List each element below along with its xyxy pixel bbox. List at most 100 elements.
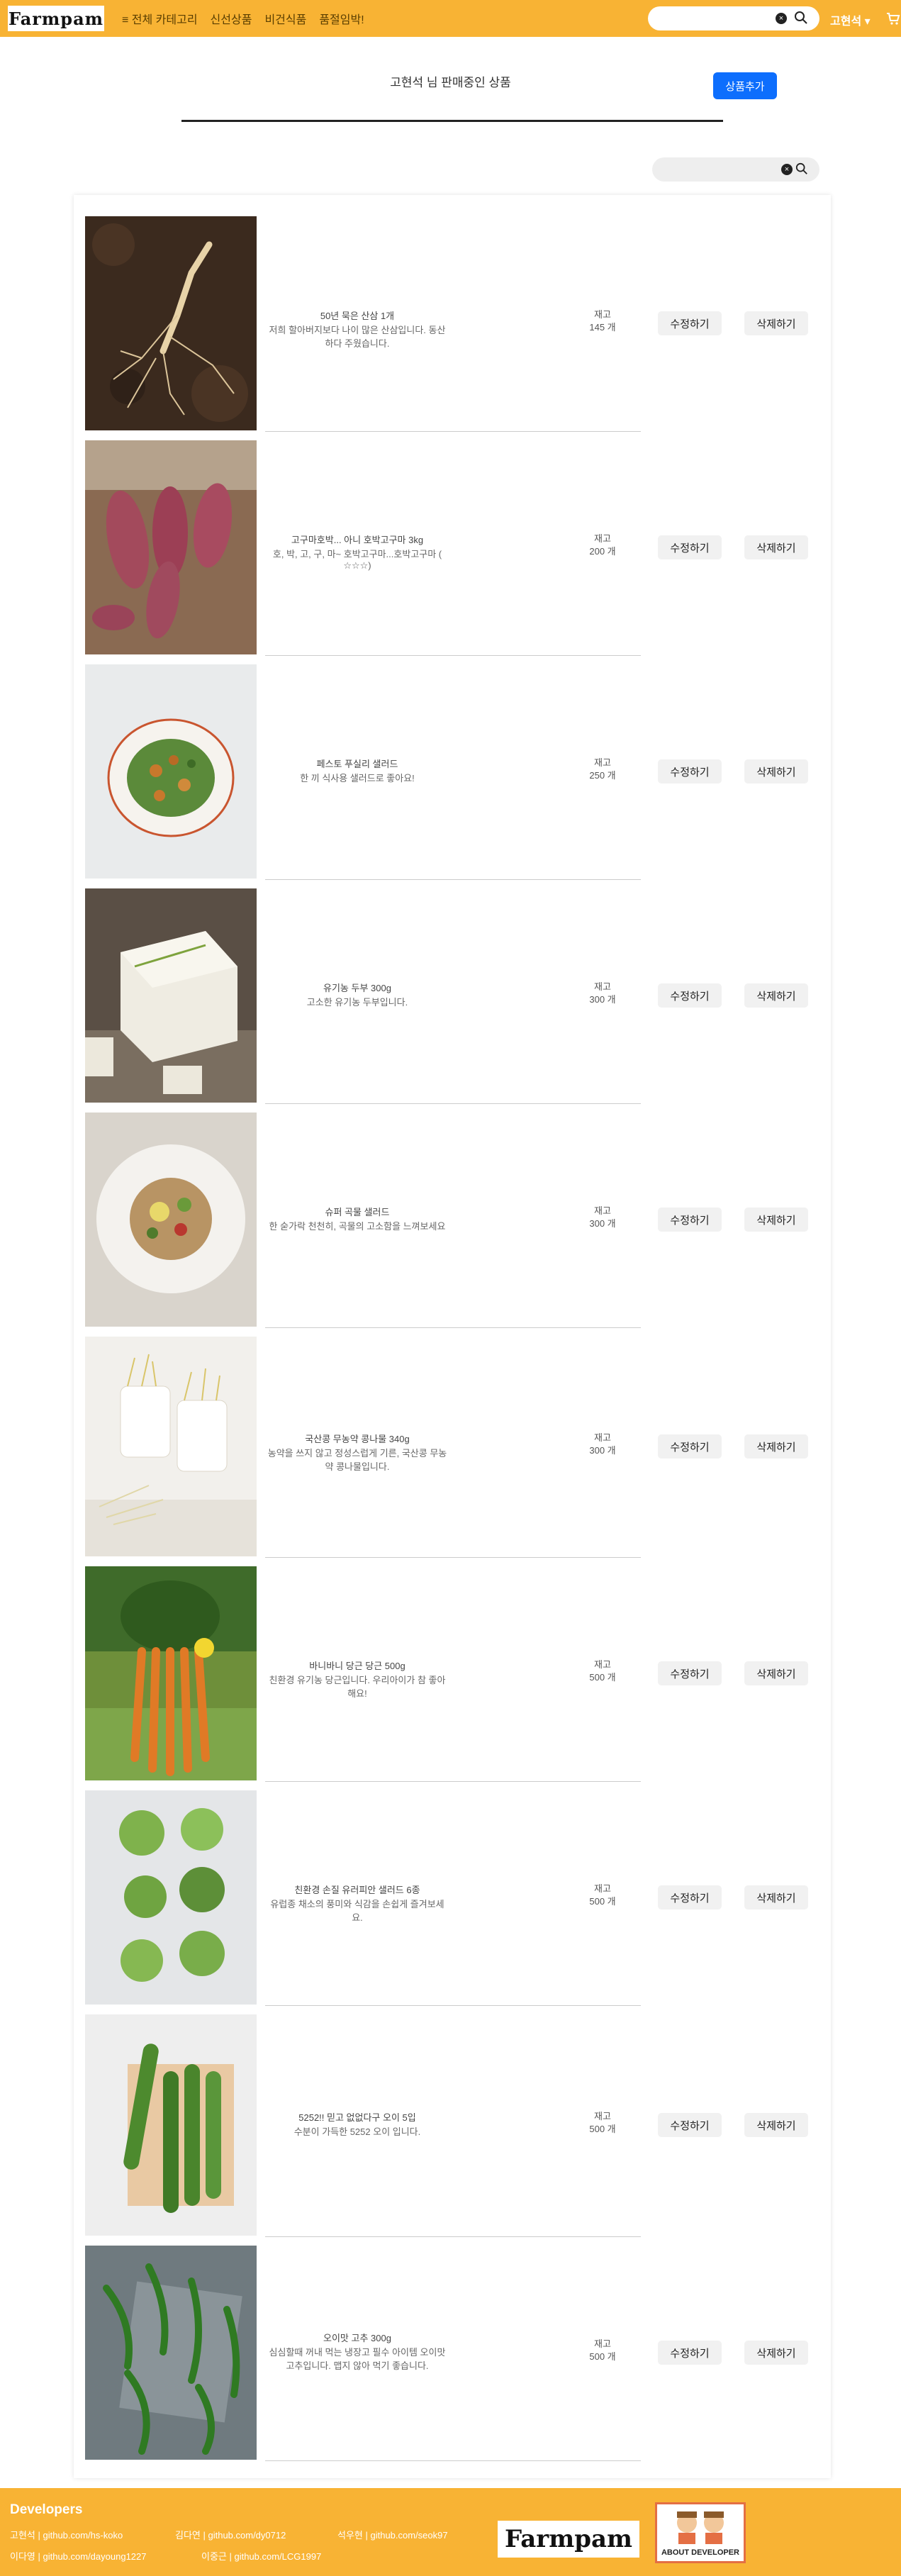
product-description: 유럽종 채소의 풍미와 식감을 손쉽게 즐겨보세요. xyxy=(270,1899,444,1923)
stock-label: 재고 xyxy=(594,1205,611,1216)
delete-button[interactable]: 삭제하기 xyxy=(744,1434,808,1459)
product-search-input[interactable]: × xyxy=(652,157,819,182)
delete-button[interactable]: 삭제하기 xyxy=(744,535,808,559)
edit-button[interactable]: 수정하기 xyxy=(658,2341,722,2365)
row-divider xyxy=(265,1327,641,1328)
product-name[interactable]: 국산콩 무농약 콩나물 340g xyxy=(265,1432,449,1445)
stock-label: 재고 xyxy=(594,1432,611,1443)
footer: Developers 고현석 | github.com/hs-koko 김다연 … xyxy=(0,2488,901,2576)
product-description: 친환경 유기농 당근입니다. 우리아이가 참 좋아해요! xyxy=(269,1675,446,1699)
product-row: 슈퍼 곡물 샐러드 한 숟가락 천천히, 곡물의 고소함을 느껴보세요 재고 3… xyxy=(74,1113,831,1328)
product-description: 농약을 쓰지 않고 정성스럽게 기른, 국산콩 무농약 콩나물입니다. xyxy=(267,1448,447,1472)
product-name[interactable]: 친환경 손질 유러피안 샐러드 6종 xyxy=(265,1883,449,1896)
delete-button[interactable]: 삭제하기 xyxy=(744,759,808,784)
stock-value: 500 개 xyxy=(589,1672,616,1683)
stock-value: 300 개 xyxy=(589,1218,616,1229)
product-row: 50년 묵은 산삼 1개 저희 할아버지보다 나이 많은 산삼입니다. 동산하다… xyxy=(74,216,831,432)
about-developer-badge[interactable]: ABOUT DEVELOPER xyxy=(655,2502,746,2563)
footer-logo[interactable]: Farmpam xyxy=(498,2521,639,2558)
sweet-potato-image xyxy=(85,440,257,654)
product-info: 페스토 푸실리 샐러드 한 끼 식사용 샐러드로 좋아요! xyxy=(265,757,449,784)
product-name[interactable]: 유기농 두부 300g xyxy=(265,981,449,994)
top-navbar: Farmpam ≡ 전체 카테고리 신선상품 비건식품 품절임박! × 고현석 … xyxy=(0,0,901,37)
product-name[interactable]: 5252!! 믿고 없없다구 오이 5입 xyxy=(265,2110,449,2124)
logo-text: Farmpam xyxy=(8,8,104,29)
row-divider xyxy=(265,655,641,656)
developer-link[interactable]: 고현석 | github.com/hs-koko xyxy=(10,2528,123,2541)
lettuce-image xyxy=(85,1790,257,2005)
row-divider xyxy=(265,2460,641,2461)
delete-button[interactable]: 삭제하기 xyxy=(744,2341,808,2365)
product-name[interactable]: 페스토 푸실리 샐러드 xyxy=(265,757,449,770)
edit-button[interactable]: 수정하기 xyxy=(658,1208,722,1232)
logo[interactable]: Farmpam xyxy=(8,6,104,31)
search-icon[interactable] xyxy=(794,11,808,28)
bean-sprouts-image xyxy=(85,1337,257,1556)
add-product-button[interactable]: 상품추가 xyxy=(713,72,777,99)
product-info: 유기농 두부 300g 고소한 유기농 두부입니다. xyxy=(265,981,449,1008)
stock-value: 250 개 xyxy=(589,770,616,781)
edit-button[interactable]: 수정하기 xyxy=(658,1885,722,1909)
delete-button[interactable]: 삭제하기 xyxy=(744,2113,808,2137)
row-divider xyxy=(265,2236,641,2237)
product-row: 페스토 푸실리 샐러드 한 끼 식사용 샐러드로 좋아요! 재고 250 개 수… xyxy=(74,664,831,880)
product-name[interactable]: 바니바니 당근 당근 500g xyxy=(265,1658,449,1672)
cucumber-image xyxy=(85,2014,257,2236)
clear-icon[interactable]: × xyxy=(776,13,787,24)
pasta-salad-image xyxy=(85,664,257,879)
cart-icon[interactable] xyxy=(886,11,900,29)
product-stock: 재고 145 개 xyxy=(581,308,624,334)
title-divider xyxy=(181,120,723,122)
stock-value: 500 개 xyxy=(589,1896,616,1907)
edit-button[interactable]: 수정하기 xyxy=(658,1434,722,1459)
developer-link[interactable]: 이다영 | github.com/dayoung1227 xyxy=(10,2549,146,2563)
nav-search-input[interactable]: × xyxy=(648,6,819,30)
delete-button[interactable]: 삭제하기 xyxy=(744,311,808,335)
product-row: 고구마호박... 아니 호박고구마 3kg 호, 박, 고, 구, 마~ 호박고… xyxy=(74,440,831,656)
product-info: 고구마호박... 아니 호박고구마 3kg 호, 박, 고, 구, 마~ 호박고… xyxy=(265,533,449,571)
delete-button[interactable]: 삭제하기 xyxy=(744,1661,808,1685)
product-row: 바니바니 당근 당근 500g 친환경 유기농 당근입니다. 우리아이가 참 좋… xyxy=(74,1566,831,1782)
developer-link[interactable]: 석우현 | github.com/seok97 xyxy=(337,2528,448,2541)
search-icon[interactable] xyxy=(795,162,808,179)
product-name[interactable]: 슈퍼 곡물 샐러드 xyxy=(265,1205,449,1218)
developer-link[interactable]: 이중근 | github.com/LCG1997 xyxy=(201,2549,321,2563)
product-name[interactable]: 오이맛 고추 300g xyxy=(265,2331,449,2344)
edit-button[interactable]: 수정하기 xyxy=(658,759,722,784)
edit-button[interactable]: 수정하기 xyxy=(658,1661,722,1685)
clear-icon[interactable]: × xyxy=(781,164,793,175)
product-info: 친환경 손질 유러피안 샐러드 6종 유럽종 채소의 풍미와 식감을 손쉽게 즐… xyxy=(265,1883,449,1924)
product-stock: 재고 300 개 xyxy=(581,981,624,1006)
product-info: 50년 묵은 산삼 1개 저희 할아버지보다 나이 많은 산삼입니다. 동산하다… xyxy=(265,308,449,350)
edit-button[interactable]: 수정하기 xyxy=(658,311,722,335)
edit-button[interactable]: 수정하기 xyxy=(658,2113,722,2137)
stock-value: 300 개 xyxy=(589,1445,616,1456)
product-row: 5252!! 믿고 없없다구 오이 5입 수분이 가득한 5252 오이 입니다… xyxy=(74,2014,831,2237)
product-row: 친환경 손질 유러피안 샐러드 6종 유럽종 채소의 풍미와 식감을 손쉽게 즐… xyxy=(74,1790,831,2006)
delete-button[interactable]: 삭제하기 xyxy=(744,983,808,1008)
product-stock: 재고 500 개 xyxy=(581,1883,624,1908)
product-name[interactable]: 고구마호박... 아니 호박고구마 3kg xyxy=(265,533,449,546)
edit-button[interactable]: 수정하기 xyxy=(658,535,722,559)
nav-link-fresh[interactable]: 신선상품 xyxy=(211,10,252,27)
nav-link-soldout[interactable]: 품절임박! xyxy=(319,10,364,27)
delete-button[interactable]: 삭제하기 xyxy=(744,1885,808,1909)
stock-value: 500 개 xyxy=(589,2351,616,2362)
stock-label: 재고 xyxy=(594,1883,611,1894)
edit-button[interactable]: 수정하기 xyxy=(658,983,722,1008)
stock-value: 200 개 xyxy=(589,546,616,557)
grain-salad-image xyxy=(85,1113,257,1327)
stock-label: 재고 xyxy=(594,757,611,768)
stock-label: 재고 xyxy=(594,981,611,992)
user-menu[interactable]: 고현석 ▾ xyxy=(830,11,871,28)
product-info: 바니바니 당근 당근 500g 친환경 유기농 당근입니다. 우리아이가 참 좋… xyxy=(265,1658,449,1700)
product-list: 50년 묵은 산삼 1개 저희 할아버지보다 나이 많은 산삼입니다. 동산하다… xyxy=(74,195,831,2478)
nav-link-all-category[interactable]: ≡ 전체 카테고리 xyxy=(122,10,198,27)
nav-link-vegan[interactable]: 비건식품 xyxy=(264,10,306,27)
product-name[interactable]: 50년 묵은 산삼 1개 xyxy=(265,308,449,322)
product-info: 오이맛 고추 300g 심심할때 꺼내 먹는 냉장고 필수 아이템 오이맛 고추… xyxy=(265,2331,449,2372)
footer-logo-text: Farmpam xyxy=(505,2525,632,2553)
product-stock: 재고 500 개 xyxy=(581,2110,624,2136)
developer-link[interactable]: 김다연 | github.com/dy0712 xyxy=(175,2528,286,2541)
delete-button[interactable]: 삭제하기 xyxy=(744,1208,808,1232)
